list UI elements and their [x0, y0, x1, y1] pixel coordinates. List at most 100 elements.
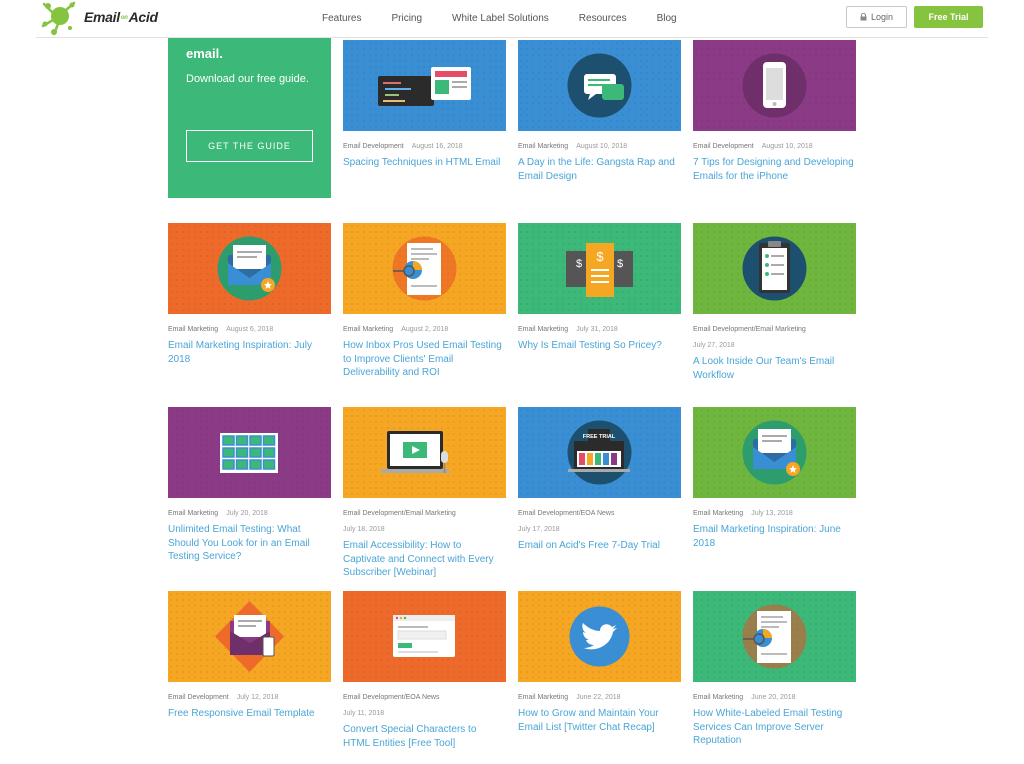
post-thumbnail[interactable]: [343, 40, 506, 131]
post-category[interactable]: Email Marketing: [168, 510, 218, 517]
post-category[interactable]: Email Marketing: [518, 694, 568, 701]
post-title[interactable]: How White-Labeled Email Testing Services…: [693, 707, 856, 748]
post-card[interactable]: Email Marketing June 22, 2018 How to Grow…: [518, 591, 681, 734]
header-divider: [36, 37, 988, 38]
post-card[interactable]: Email Marketing July 20, 2018 Unlimited E…: [168, 407, 331, 564]
post-category[interactable]: Email Marketing: [693, 510, 743, 517]
post-meta: Email Marketing July 13, 2018: [693, 509, 856, 518]
post-title[interactable]: Free Responsive Email Template: [168, 707, 331, 721]
post-meta: Email Marketing July 31, 2018: [518, 325, 681, 334]
post-title[interactable]: Email on Acid's Free 7-Day Trial: [518, 539, 681, 553]
post-thumbnail[interactable]: FREE TRIAL: [518, 407, 681, 498]
post-title[interactable]: Email Marketing Inspiration: July 2018: [168, 339, 331, 366]
post-thumbnail[interactable]: [343, 223, 506, 314]
post-thumbnail[interactable]: [343, 591, 506, 682]
post-category[interactable]: Email Development: [693, 143, 754, 150]
post-card[interactable]: Email Development/Email Marketing July 27…: [693, 223, 856, 382]
post-thumbnail[interactable]: [518, 40, 681, 131]
nav-blog[interactable]: Blog: [657, 13, 677, 24]
post-card[interactable]: Email Development/Email Marketing July 18…: [343, 407, 506, 580]
post-category[interactable]: Email Development/Email Marketing: [693, 326, 806, 333]
post-thumbnail[interactable]: [168, 223, 331, 314]
nav-features[interactable]: Features: [322, 13, 361, 24]
promo-subtitle: Download our free guide.: [186, 73, 309, 85]
post-meta: Email Marketing August 2, 2018: [343, 325, 506, 334]
post-card[interactable]: Email Marketing August 2, 2018 How Inbox …: [343, 223, 506, 380]
free-trial-button[interactable]: Free Trial: [914, 6, 983, 28]
post-title[interactable]: A Look Inside Our Team's Email Workflow: [693, 355, 856, 382]
post-thumbnail[interactable]: [168, 407, 331, 498]
post-category[interactable]: Email Development/EOA News: [518, 510, 614, 517]
post-card[interactable]: FREE TRIAL Email Development/EOA News Jul…: [518, 407, 681, 553]
logo-wordmark: EmailonAcid: [84, 9, 158, 25]
post-card[interactable]: Email Marketing July 13, 2018 Email Marke…: [693, 407, 856, 550]
post-title[interactable]: Email Accessibility: How to Captivate an…: [343, 539, 506, 580]
post-card[interactable]: Email Marketing August 6, 2018 Email Mark…: [168, 223, 331, 366]
report-chart-icon: [392, 236, 457, 301]
twitter-bird-icon: [569, 606, 630, 667]
chat-bubbles-icon: [567, 53, 632, 118]
post-title[interactable]: How Inbox Pros Used Email Testing to Imp…: [343, 339, 506, 380]
post-meta: Email Development July 12, 2018: [168, 693, 331, 702]
post-date: August 10, 2018: [576, 143, 628, 150]
post-card[interactable]: Email Marketing June 20, 2018 How White-L…: [693, 591, 856, 748]
post-title[interactable]: Unlimited Email Testing: What Should You…: [168, 523, 331, 564]
post-category[interactable]: Email Marketing: [518, 326, 568, 333]
main-nav: Features Pricing White Label Solutions R…: [322, 0, 707, 36]
post-meta: Email Marketing August 6, 2018: [168, 325, 331, 334]
post-category[interactable]: Email Development/EOA News: [343, 694, 439, 701]
post-thumbnail[interactable]: [518, 591, 681, 682]
post-title[interactable]: Why Is Email Testing So Pricey?: [518, 339, 681, 353]
lock-icon: [860, 13, 867, 21]
post-meta: Email Marketing July 20, 2018: [168, 509, 331, 518]
post-title[interactable]: Spacing Techniques in HTML Email: [343, 156, 506, 170]
post-card[interactable]: Email Development August 10, 2018 7 Tips …: [693, 40, 856, 183]
post-card[interactable]: Email Development/EOA News July 11, 2018 …: [343, 591, 506, 750]
post-card[interactable]: Email Development July 12, 2018 Free Resp…: [168, 591, 331, 721]
get-the-guide-button[interactable]: GET THE GUIDE: [186, 130, 313, 162]
post-card[interactable]: Email Marketing August 10, 2018 A Day in …: [518, 40, 681, 183]
post-card[interactable]: $ $ $ Email Marketing July 31, 2018 Why I…: [518, 223, 681, 353]
post-category[interactable]: Email Development: [168, 694, 229, 701]
post-date: July 12, 2018: [236, 694, 279, 701]
post-title[interactable]: A Day in the Life: Gangsta Rap and Email…: [518, 156, 681, 183]
post-meta: Email Development/Email Marketing July 18…: [343, 509, 506, 534]
post-thumbnail[interactable]: $ $ $: [518, 223, 681, 314]
guide-promo: email. Download our free guide. GET THE …: [168, 30, 331, 198]
post-title[interactable]: How to Grow and Maintain Your Email List…: [518, 707, 681, 734]
post-meta: Email Development August 10, 2018: [693, 142, 856, 151]
post-category[interactable]: Email Development: [343, 143, 404, 150]
post-thumbnail[interactable]: [693, 40, 856, 131]
post-thumbnail[interactable]: [693, 407, 856, 498]
nav-resources[interactable]: Resources: [579, 13, 627, 24]
post-category[interactable]: Email Marketing: [343, 326, 393, 333]
login-button[interactable]: Login: [846, 6, 907, 28]
post-title[interactable]: Email Marketing Inspiration: June 2018: [693, 523, 856, 550]
nav-pricing[interactable]: Pricing: [391, 13, 422, 24]
logo[interactable]: EmailonAcid: [40, 0, 160, 38]
post-thumbnail[interactable]: [693, 591, 856, 682]
post-title[interactable]: Convert Special Characters to HTML Entit…: [343, 723, 506, 750]
nav-white-label-solutions[interactable]: White Label Solutions: [452, 13, 549, 24]
post-category[interactable]: Email Development/Email Marketing: [343, 510, 456, 517]
post-category[interactable]: Email Marketing: [168, 326, 218, 333]
post-thumbnail[interactable]: [343, 407, 506, 498]
clipboard-icon: [742, 236, 807, 301]
post-category[interactable]: Email Marketing: [693, 694, 743, 701]
post-date: June 20, 2018: [751, 694, 796, 701]
post-title[interactable]: 7 Tips for Designing and Developing Emai…: [693, 156, 856, 183]
post-meta: Email Development/Email Marketing July 27…: [693, 325, 856, 350]
post-category[interactable]: Email Marketing: [518, 143, 568, 150]
report-chart-icon: [742, 604, 807, 669]
splash-logo-icon: [41, 1, 76, 36]
svg-text:$: $: [617, 258, 623, 270]
post-card[interactable]: Email Development August 16, 2018 Spacing…: [343, 40, 506, 170]
post-date: August 2, 2018: [401, 326, 449, 333]
post-thumbnail[interactable]: [168, 591, 331, 682]
post-date: August 6, 2018: [226, 326, 274, 333]
post-date: August 10, 2018: [761, 143, 813, 150]
post-thumbnail[interactable]: [693, 223, 856, 314]
post-date: June 22, 2018: [576, 694, 621, 701]
grid-screens-icon: [220, 433, 278, 473]
envelope-icon: [217, 236, 282, 301]
